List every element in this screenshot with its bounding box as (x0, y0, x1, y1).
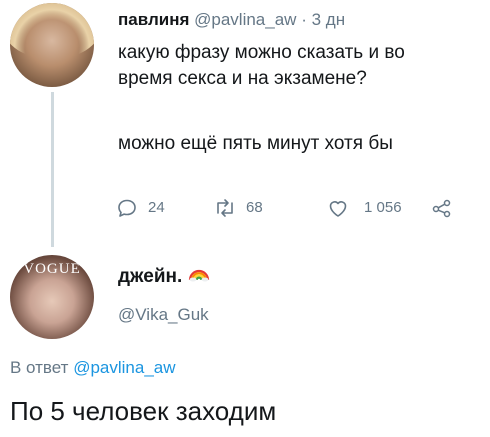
tweet-text: какую фразу можно сказать и во время сек… (118, 40, 405, 92)
avatar-overlay-text: VOGUE (23, 261, 81, 277)
avatar[interactable]: VOGUE (10, 255, 94, 339)
retweet-count: 68 (246, 199, 263, 216)
author-handle[interactable]: @pavlina_aw (194, 10, 296, 29)
reply-icon[interactable] (115, 196, 139, 220)
tweet-text-line: какую фразу можно сказать и во (118, 42, 405, 63)
share-icon[interactable] (430, 196, 454, 220)
thread-line (51, 92, 54, 247)
timestamp[interactable]: 3 дн (312, 10, 346, 29)
tweet-text: По 5 человек заходим (10, 396, 277, 426)
tweet-text-line: время секса и на экзамене? (118, 68, 367, 89)
reply-context: В ответ @pavlina_aw (10, 358, 176, 378)
reply-mention-link[interactable]: @pavlina_aw (73, 358, 175, 377)
like-count: 1 056 (364, 199, 402, 216)
separator: · (301, 10, 307, 29)
author-name[interactable]: павлиня (118, 10, 189, 29)
author-name[interactable]: джейн. (118, 266, 182, 288)
author-handle[interactable]: @Vika_Guk (118, 305, 209, 325)
tweet-text-line: можно ещё пять минут хотя бы (118, 133, 393, 154)
retweet-icon[interactable] (212, 196, 238, 220)
avatar[interactable] (10, 3, 94, 87)
heart-icon[interactable] (326, 196, 350, 220)
tweet-header: павлиня @pavlina_aw · 3 дн (118, 10, 345, 30)
reply-prefix: В ответ (10, 358, 69, 377)
reply-count: 24 (148, 199, 165, 216)
rainbow-emoji-icon (188, 262, 210, 282)
